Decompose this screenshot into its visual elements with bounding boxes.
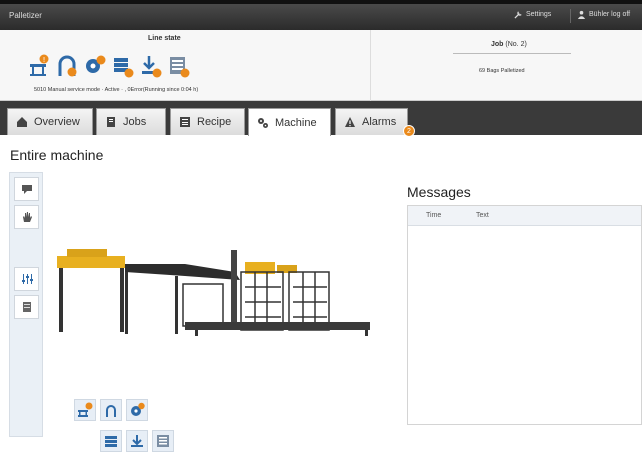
layer-button[interactable]	[100, 430, 122, 452]
gripper-button[interactable]	[100, 399, 122, 421]
comment-icon	[21, 185, 32, 194]
app-title: Palletizer	[9, 11, 42, 20]
palletizer-warning-icon[interactable]: !	[28, 52, 50, 78]
user-icon	[577, 10, 586, 19]
stack-button[interactable]	[152, 430, 174, 452]
gantry-head	[67, 249, 107, 257]
gear-warning-icon[interactable]	[84, 52, 106, 78]
machine-view[interactable]	[45, 172, 395, 457]
palletizer-warning-button[interactable]	[74, 399, 96, 421]
tab-machine-label: Machine	[275, 116, 317, 129]
tab-jobs-label: Jobs	[123, 116, 147, 128]
gripper-warning-icon[interactable]	[56, 52, 78, 78]
hand-button[interactable]	[14, 205, 39, 229]
job-title-text: Job	[491, 41, 504, 48]
download-button[interactable]	[126, 430, 148, 452]
tab-overview[interactable]: Overview	[7, 108, 93, 135]
conveyor-leg	[175, 276, 178, 334]
line-state-title: Line state	[148, 35, 181, 42]
warning-icon	[345, 117, 355, 127]
download-warning-icon[interactable]	[140, 52, 162, 78]
line-state-icons: !	[28, 52, 190, 78]
machine-sidebar	[9, 172, 43, 437]
blank-slot	[14, 233, 39, 257]
layer-icon	[105, 436, 117, 447]
tab-alarms[interactable]: Alarms 2	[335, 108, 415, 137]
messages-title: Messages	[407, 184, 471, 200]
messages-table-header: Time Text	[408, 206, 641, 226]
palletizer-machine-illustration	[57, 249, 370, 336]
tab-bar: Overview Jobs Recipe Machine Alarms 2	[0, 101, 642, 137]
titlebar-divider	[570, 9, 571, 23]
messages-table[interactable]: Time Text	[407, 205, 642, 425]
gear-warning-icon	[131, 402, 145, 416]
home-icon	[17, 117, 27, 127]
wrench-icon	[514, 11, 522, 19]
tab-machine[interactable]: Machine	[248, 108, 331, 136]
gantry-leg	[120, 268, 124, 332]
status-panel: Line state ! 5010 Manual service mode · …	[0, 30, 642, 101]
stack-icon	[157, 435, 169, 447]
gantry-leg	[59, 268, 63, 332]
job-divider	[453, 53, 571, 54]
hand-icon	[22, 212, 32, 222]
list-icon	[22, 302, 31, 312]
cogs-icon	[258, 117, 268, 128]
post	[231, 250, 237, 326]
svg-text:!: !	[43, 56, 46, 64]
mode-status-text: 5010 Manual service mode · Active · , 0E…	[34, 87, 199, 93]
job-panel: Job (No. 2) 69 Bags Palletized	[370, 30, 642, 101]
gantry-top	[57, 256, 125, 268]
gripper-icon	[106, 405, 116, 417]
conveyor-belt	[125, 264, 240, 280]
roller-leg	[365, 330, 368, 336]
gear-warning-button[interactable]	[126, 399, 148, 421]
comment-button[interactable]	[14, 177, 39, 201]
tab-jobs[interactable]: Jobs	[96, 108, 166, 135]
download-icon	[131, 435, 143, 447]
line-state-panel: Line state ! 5010 Manual service mode · …	[0, 30, 370, 101]
conveyor-leg	[125, 272, 128, 334]
document-icon	[107, 117, 115, 127]
sliders-button[interactable]	[14, 267, 39, 291]
stack-warning-icon[interactable]	[168, 52, 190, 78]
alarms-count-badge: 2	[403, 125, 415, 137]
roller-leg	[195, 330, 198, 336]
messages-panel: Messages	[407, 184, 471, 200]
job-title: Job (No. 2)	[491, 41, 527, 48]
tab-alarms-label: Alarms	[362, 116, 397, 128]
safety-cage	[182, 271, 330, 331]
tab-recipe-label: Recipe	[197, 116, 232, 128]
roller-conveyor	[185, 322, 370, 330]
layer-warning-icon[interactable]	[112, 52, 134, 78]
list-button[interactable]	[14, 295, 39, 319]
page-title: Entire machine	[10, 147, 104, 163]
logoff-link[interactable]: Bühler log off	[577, 10, 630, 19]
recipe-icon	[180, 117, 190, 127]
settings-link[interactable]: Settings	[514, 10, 551, 19]
bags-palletized: 69 Bags Palletized	[479, 68, 525, 74]
settings-label: Settings	[526, 11, 552, 18]
title-bar: Palletizer Settings Bühler log off	[0, 0, 642, 30]
tab-overview-label: Overview	[34, 116, 80, 128]
column-text[interactable]: Text	[476, 212, 489, 219]
column-time[interactable]: Time	[426, 212, 441, 219]
palletizer-warning-icon	[78, 402, 93, 417]
logoff-label: Bühler log off	[589, 11, 631, 18]
sliders-icon	[21, 274, 33, 284]
job-number: (No. 2)	[505, 41, 527, 48]
tab-recipe[interactable]: Recipe	[170, 108, 245, 135]
